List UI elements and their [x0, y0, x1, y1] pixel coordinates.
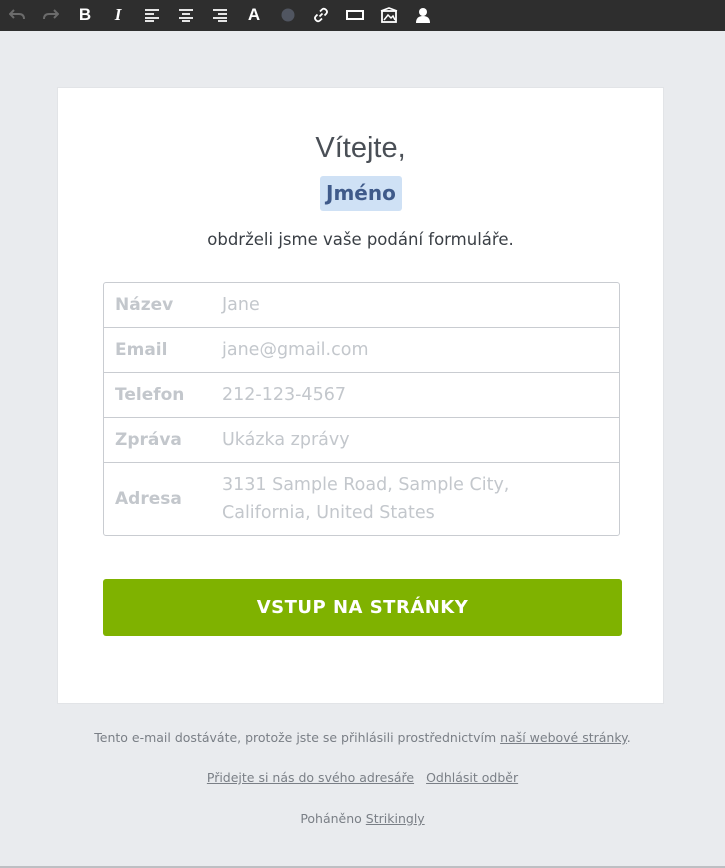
powered-by-text: Poháněno — [300, 811, 366, 826]
editor-toolbar: B I A — [0, 0, 725, 31]
italic-icon[interactable]: I — [106, 4, 130, 26]
table-row: Zpráva Ukázka zprávy — [104, 417, 619, 462]
website-link[interactable]: naší webové stránky — [500, 730, 627, 745]
strikingly-link[interactable]: Strikingly — [366, 811, 425, 826]
footer-notice-suffix: . — [626, 730, 631, 745]
user-icon[interactable] — [411, 4, 435, 26]
submission-fields-table: Název Jane Email jane@gmail.com Telefon … — [103, 282, 620, 536]
field-value: Jane — [222, 295, 260, 315]
align-left-icon[interactable] — [140, 4, 164, 26]
add-to-address-book-link[interactable]: Přidejte si nás do svého adresáře — [207, 770, 414, 785]
font-icon[interactable]: A — [242, 4, 266, 26]
submission-subtitle: obdrželi jsme vaše podání formuláře. — [207, 230, 514, 249]
field-label: Název — [115, 295, 174, 315]
image-icon[interactable] — [377, 4, 401, 26]
color-dot-icon[interactable] — [276, 4, 300, 26]
field-label: Zpráva — [115, 430, 182, 450]
field-value: 212-123-4567 — [222, 385, 346, 405]
table-row: Email jane@gmail.com — [104, 327, 619, 372]
link-icon[interactable] — [309, 4, 333, 26]
field-value: jane@gmail.com — [222, 340, 369, 360]
bold-icon[interactable]: B — [73, 4, 97, 26]
name-merge-tag[interactable]: Jméno — [320, 176, 402, 211]
greeting-heading: Vítejte, — [315, 132, 406, 164]
table-row: Telefon 212-123-4567 — [104, 372, 619, 417]
email-card: Vítejte, Jméno obdrželi jsme vaše podání… — [57, 87, 664, 704]
table-row: Adresa 3131 Sample Road, Sample City, Ca… — [104, 462, 619, 535]
visit-site-button[interactable]: VSTUP NA STRÁNKY — [103, 579, 622, 636]
footer-notice: Tento e-mail dostáváte, protože jste se … — [0, 730, 725, 745]
align-center-icon[interactable] — [174, 4, 198, 26]
button-icon[interactable] — [343, 4, 367, 26]
footer-notice-text: Tento e-mail dostáváte, protože jste se … — [94, 730, 501, 745]
field-label: Email — [115, 340, 168, 360]
redo-icon[interactable] — [39, 4, 63, 26]
powered-by: Poháněno Strikingly — [0, 811, 725, 826]
footer-links: Přidejte si nás do svého adresáře Odhlás… — [0, 770, 725, 785]
align-right-icon[interactable] — [208, 4, 232, 26]
field-label: Telefon — [115, 385, 185, 405]
field-value: 3131 Sample Road, Sample City, Californi… — [222, 475, 510, 523]
field-value: Ukázka zprávy — [222, 430, 350, 450]
table-row: Název Jane — [104, 283, 619, 327]
undo-icon[interactable] — [5, 4, 29, 26]
unsubscribe-link[interactable]: Odhlásit odběr — [426, 770, 518, 785]
field-label: Adresa — [115, 489, 182, 509]
